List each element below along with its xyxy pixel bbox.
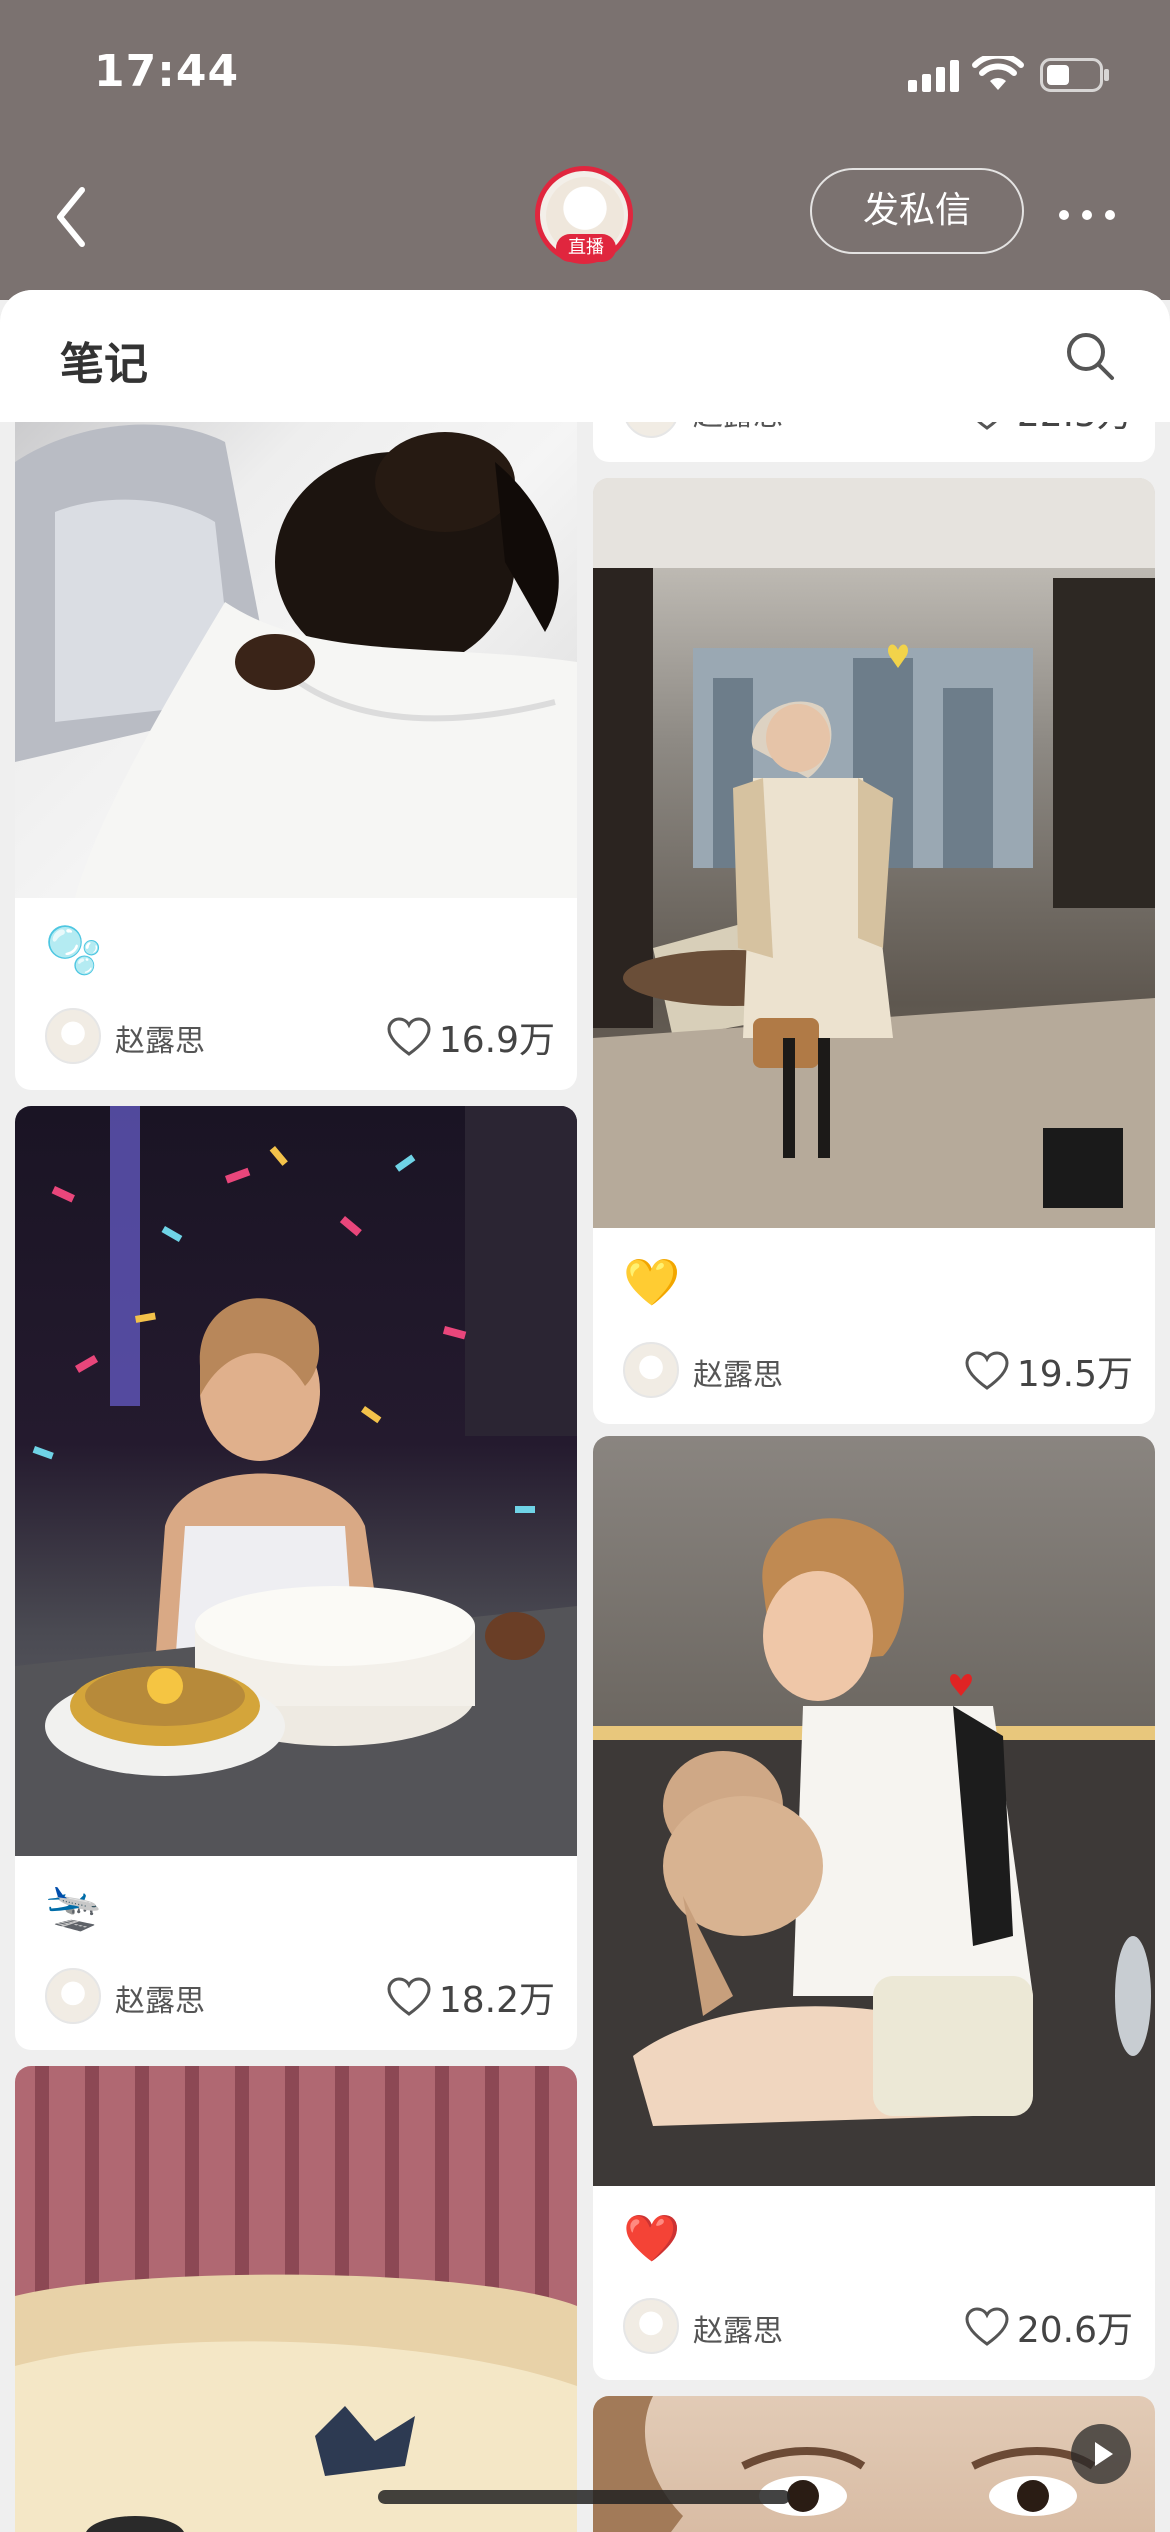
girl-with-poodle-image xyxy=(593,1518,1155,2186)
note-photo[interactable] xyxy=(593,1436,1155,2186)
note-caption: ❤️ xyxy=(623,2211,681,2265)
back-arrow-icon[interactable] xyxy=(48,182,98,252)
status-bar: 17:44 xyxy=(0,0,1170,150)
home-indicator[interactable] xyxy=(378,2490,790,2504)
like-count: 20.6万 xyxy=(1016,2310,1133,2351)
note-card[interactable] xyxy=(15,2066,577,2532)
nav-bar: 直播 发私信 xyxy=(0,160,1170,280)
like-count: 16.9万 xyxy=(438,1020,555,1061)
pink-curtain-image xyxy=(15,2066,577,2532)
sheet-header: 笔记 xyxy=(0,290,1170,422)
dog-in-towel-image xyxy=(15,424,577,898)
note-card[interactable]: 🛬 赵露思 18.2万 xyxy=(15,1106,577,2050)
note-card[interactable]: 🫧 赵露思 16.9万 xyxy=(15,402,577,1090)
author-avatar[interactable] xyxy=(45,1008,101,1064)
like-button[interactable]: 20.6万 xyxy=(965,2302,1133,2352)
note-card[interactable] xyxy=(593,2396,1155,2532)
note-photo[interactable] xyxy=(15,2066,577,2532)
battery-icon xyxy=(1040,58,1109,92)
wifi-icon xyxy=(972,56,1024,90)
like-count: 18.2万 xyxy=(438,1980,555,2021)
birthday-party-image xyxy=(15,1106,577,1856)
author-name[interactable]: 赵露思 xyxy=(693,2306,783,2350)
play-icon xyxy=(1095,2442,1113,2466)
like-count: 19.5万 xyxy=(1016,1354,1133,1395)
like-button[interactable]: 19.5万 xyxy=(965,1346,1133,1396)
note-meta: 赵露思 20.6万 xyxy=(623,2298,1133,2358)
like-button[interactable]: 18.2万 xyxy=(387,1972,555,2022)
heart-icon xyxy=(387,1977,431,2016)
search-icon[interactable] xyxy=(1064,330,1116,382)
note-caption: 💛 xyxy=(623,1255,681,1309)
note-photo[interactable] xyxy=(15,402,577,898)
heart-icon xyxy=(965,1351,1009,1390)
status-time: 17:44 xyxy=(94,46,240,97)
author-name[interactable]: 赵露思 xyxy=(115,1016,205,1060)
note-card[interactable]: ❤️ 赵露思 20.6万 xyxy=(593,1436,1155,2380)
hotel-room-selfie-image xyxy=(593,478,1155,1228)
heart-icon xyxy=(965,2307,1009,2346)
note-meta: 赵露思 19.5万 xyxy=(623,1342,1133,1402)
note-meta: 赵露思 18.2万 xyxy=(45,1968,555,2028)
note-caption: 🛬 xyxy=(45,1879,103,1933)
play-video-button[interactable] xyxy=(1071,2424,1131,2484)
author-name[interactable]: 赵露思 xyxy=(115,1976,205,2020)
more-options-icon[interactable] xyxy=(1056,200,1118,230)
author-avatar[interactable] xyxy=(623,1342,679,1398)
note-card[interactable]: 💛 赵露思 19.5万 xyxy=(593,478,1155,1424)
notes-sheet: 笔记 🫧 赵露思 16.9万 🛬 赵露思 18.2万 💛 赵露思 19.5万 ❤… xyxy=(0,290,1170,2532)
like-button[interactable]: 16.9万 xyxy=(387,1012,555,1062)
author-avatar[interactable] xyxy=(45,1968,101,2024)
live-badge: 直播 xyxy=(556,234,616,262)
note-meta: 赵露思 16.9万 xyxy=(45,1008,555,1068)
heart-icon xyxy=(387,1017,431,1056)
note-photo[interactable] xyxy=(15,1106,577,1856)
author-name[interactable]: 赵露思 xyxy=(693,1350,783,1394)
sheet-title: 笔记 xyxy=(60,339,148,390)
top-header: 17:44 直播 发私信 xyxy=(0,0,1170,300)
cellular-signal-icon xyxy=(908,60,959,92)
note-caption: 🫧 xyxy=(45,923,103,977)
send-message-button[interactable]: 发私信 xyxy=(810,168,1024,254)
author-avatar[interactable] xyxy=(623,2298,679,2354)
note-photo[interactable] xyxy=(593,478,1155,1228)
